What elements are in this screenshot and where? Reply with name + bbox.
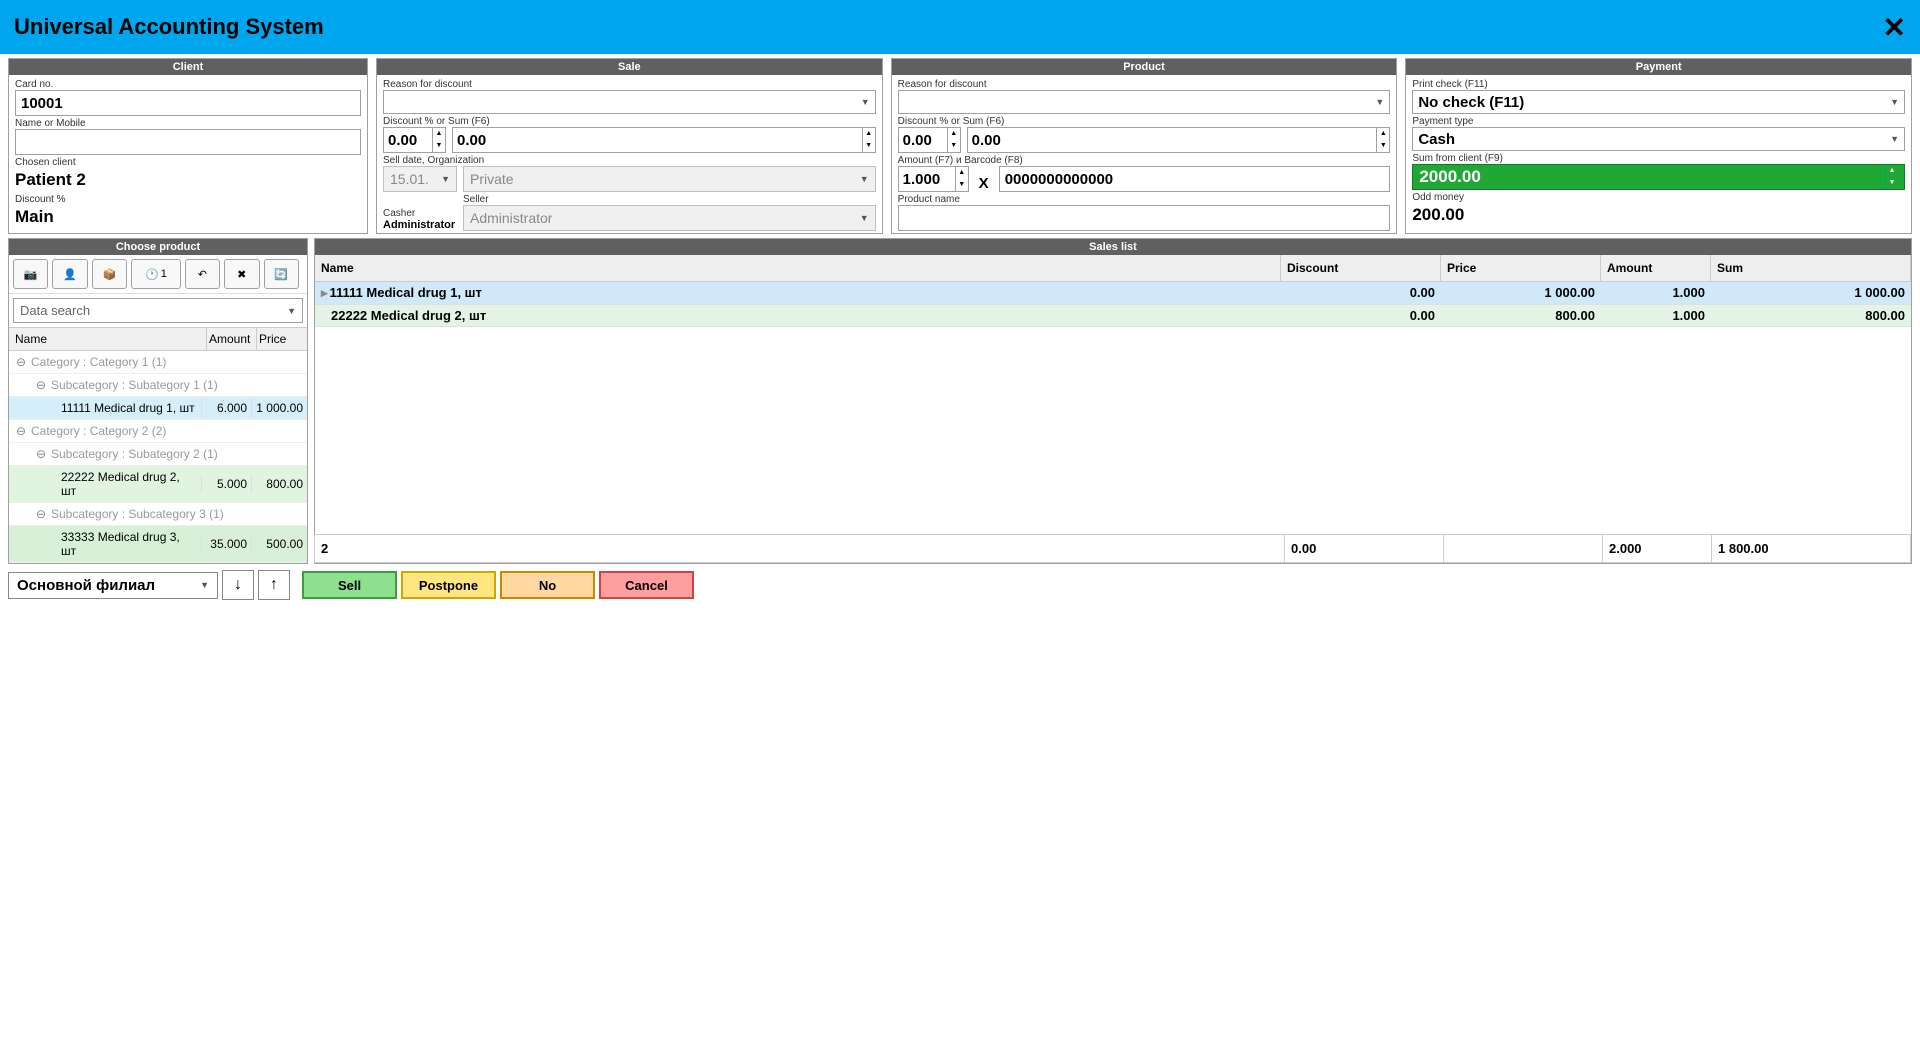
payment-type-dropdown[interactable]: Cash▼ xyxy=(1412,127,1905,151)
chosen-label: Chosen client xyxy=(15,157,361,168)
card-label: Card no. xyxy=(15,79,361,90)
chevron-down-icon: ▼ xyxy=(287,306,296,316)
product-panel: Product Reason for discount ▼ Discount %… xyxy=(891,58,1398,234)
tree-subcategory[interactable]: ⊖Subcategory : Subategory 2 (1) xyxy=(9,443,307,466)
toolbar-btn-2[interactable]: 👤 xyxy=(52,259,87,289)
payment-type-label: Payment type xyxy=(1412,116,1905,127)
product-reason-label: Reason for discount xyxy=(898,79,1391,90)
cashier-value: Administrator xyxy=(383,219,457,231)
search-input[interactable]: Data search▼ xyxy=(13,298,303,323)
product-reason-dropdown[interactable]: ▼ xyxy=(898,90,1391,114)
print-check-label: Print check (F11) xyxy=(1412,79,1905,90)
chevron-down-icon: ▼ xyxy=(1375,97,1384,107)
product-name-label: Product name xyxy=(898,194,1391,205)
sum-from-client-input[interactable]: 2000.00▲▼ xyxy=(1412,164,1905,190)
sale-reason-label: Reason for discount xyxy=(383,79,876,90)
chevron-down-icon: ▼ xyxy=(861,97,870,107)
tree-subcategory[interactable]: ⊖Subcategory : Subcategory 3 (1) xyxy=(9,503,307,526)
tree-product[interactable]: 11111 Medical drug 1, шт6.0001 000.00 xyxy=(9,397,307,420)
move-up-button[interactable]: ↑ xyxy=(258,570,290,600)
spin-up-icon[interactable]: ▲ xyxy=(863,128,875,140)
app-title: Universal Accounting System xyxy=(14,14,324,40)
sum-from-client-label: Sum from client (F9) xyxy=(1412,153,1905,164)
spin-down-icon[interactable]: ▼ xyxy=(433,140,445,152)
sale-date-input[interactable]: 15.01.▼ xyxy=(383,166,457,192)
sales-row[interactable]: 22222 Medical drug 2, шт 0.00 800.00 1.0… xyxy=(315,305,1911,327)
postpone-button[interactable]: Postpone xyxy=(401,571,496,599)
sale-panel: Sale Reason for discount ▼ Discount % or… xyxy=(376,58,883,234)
expand-icon[interactable]: ⊖ xyxy=(15,355,27,369)
payment-panel: Payment Print check (F11) No check (F11)… xyxy=(1405,58,1912,234)
choose-product-header: Choose product xyxy=(9,239,307,255)
product-tree: ⊖Category : Category 1 (1) ⊖Subcategory … xyxy=(9,351,307,563)
tree-columns: Name Amount Price xyxy=(9,327,307,351)
client-discount-label: Discount % xyxy=(15,194,361,205)
seller-dropdown[interactable]: Administrator▼ xyxy=(463,205,876,231)
sale-header: Sale xyxy=(377,59,882,75)
toolbar-btn-undo[interactable]: ↶ xyxy=(185,259,220,289)
sales-columns: Name Discount Price Amount Sum xyxy=(315,255,1911,282)
sale-reason-dropdown[interactable]: ▼ xyxy=(383,90,876,114)
toolbar-btn-4[interactable]: 🕐1 xyxy=(131,259,180,289)
sale-date-label: Sell date, Organization xyxy=(383,155,876,166)
client-discount-value: Main xyxy=(15,205,361,229)
card-input[interactable] xyxy=(15,90,361,116)
sale-org-dropdown[interactable]: Private▼ xyxy=(463,166,876,192)
seller-label: Seller xyxy=(463,194,876,205)
chosen-value: Patient 2 xyxy=(15,168,361,192)
sales-list-pane: Sales list Name Discount Price Amount Su… xyxy=(314,238,1912,564)
odd-money-label: Odd money xyxy=(1412,192,1905,203)
cancel-button[interactable]: Cancel xyxy=(599,571,694,599)
expand-icon[interactable]: ⊖ xyxy=(35,447,47,461)
product-disc-sum-spinner[interactable]: ▲▼ xyxy=(967,127,1391,153)
tree-product[interactable]: 22222 Medical drug 2, шт5.000800.00 xyxy=(9,466,307,503)
toolbar-btn-refresh[interactable]: 🔄 xyxy=(264,259,299,289)
branch-dropdown[interactable]: Основной филиал▼ xyxy=(8,572,218,599)
product-name-input[interactable] xyxy=(898,205,1391,231)
client-header: Client xyxy=(9,59,367,75)
sales-row[interactable]: ▸11111 Medical drug 1, шт 0.00 1 000.00 … xyxy=(315,282,1911,305)
product-disc-label: Discount % or Sum (F6) xyxy=(898,116,1391,127)
barcode-input[interactable] xyxy=(999,166,1391,192)
toolbar-btn-3[interactable]: 📦 xyxy=(92,259,127,289)
cashier-label: Casher xyxy=(383,208,457,219)
titlebar: Universal Accounting System ✕ xyxy=(0,0,1920,54)
product-amount-spinner[interactable]: ▲▼ xyxy=(898,166,969,192)
odd-money-value: 200.00 xyxy=(1412,203,1905,227)
toolbar-btn-delete[interactable]: ✖ xyxy=(224,259,259,289)
no-button[interactable]: No xyxy=(500,571,595,599)
payment-header: Payment xyxy=(1406,59,1911,75)
tree-category[interactable]: ⊖Category : Category 1 (1) xyxy=(9,351,307,374)
chevron-down-icon: ▼ xyxy=(1890,97,1899,107)
client-panel: Client Card no. Name or Mobile Chosen cl… xyxy=(8,58,368,234)
spin-down-icon[interactable]: ▼ xyxy=(863,140,875,152)
tree-category[interactable]: ⊖Category : Category 2 (2) xyxy=(9,420,307,443)
move-down-button[interactable]: ↓ xyxy=(222,570,254,600)
choose-product-pane: Choose product 📷 👤 📦 🕐1 ↶ ✖ 🔄 Data searc… xyxy=(8,238,308,564)
product-amount-label: Amount (F7) и Barcode (F8) xyxy=(898,155,1391,166)
sale-disc-pct-spinner[interactable]: ▲▼ xyxy=(383,127,446,153)
sell-button[interactable]: Sell xyxy=(302,571,397,599)
expand-icon[interactable]: ⊖ xyxy=(35,507,47,521)
print-check-dropdown[interactable]: No check (F11)▼ xyxy=(1412,90,1905,114)
chevron-down-icon: ▼ xyxy=(200,580,209,590)
expand-icon[interactable]: ⊖ xyxy=(15,424,27,438)
tree-product[interactable]: 33333 Medical drug 3, шт35.000500.00 xyxy=(9,526,307,563)
sale-disc-sum-spinner[interactable]: ▲▼ xyxy=(452,127,876,153)
expand-icon[interactable]: ⊖ xyxy=(35,378,47,392)
sales-list-header: Sales list xyxy=(315,239,1911,255)
multiply-icon: X xyxy=(975,175,993,192)
tree-subcategory[interactable]: ⊖Subcategory : Subategory 1 (1) xyxy=(9,374,307,397)
product-disc-pct-spinner[interactable]: ▲▼ xyxy=(898,127,961,153)
sales-footer: 2 0.00 2.000 1 800.00 xyxy=(315,534,1911,563)
product-header: Product xyxy=(892,59,1397,75)
name-input[interactable] xyxy=(15,129,361,155)
product-toolbar: 📷 👤 📦 🕐1 ↶ ✖ 🔄 xyxy=(9,255,307,294)
toolbar-btn-1[interactable]: 📷 xyxy=(13,259,48,289)
sale-disc-label: Discount % or Sum (F6) xyxy=(383,116,876,127)
chevron-down-icon: ▼ xyxy=(1890,134,1899,144)
close-icon[interactable]: ✕ xyxy=(1883,11,1906,44)
name-label: Name or Mobile xyxy=(15,118,361,129)
spin-up-icon[interactable]: ▲ xyxy=(433,128,445,140)
